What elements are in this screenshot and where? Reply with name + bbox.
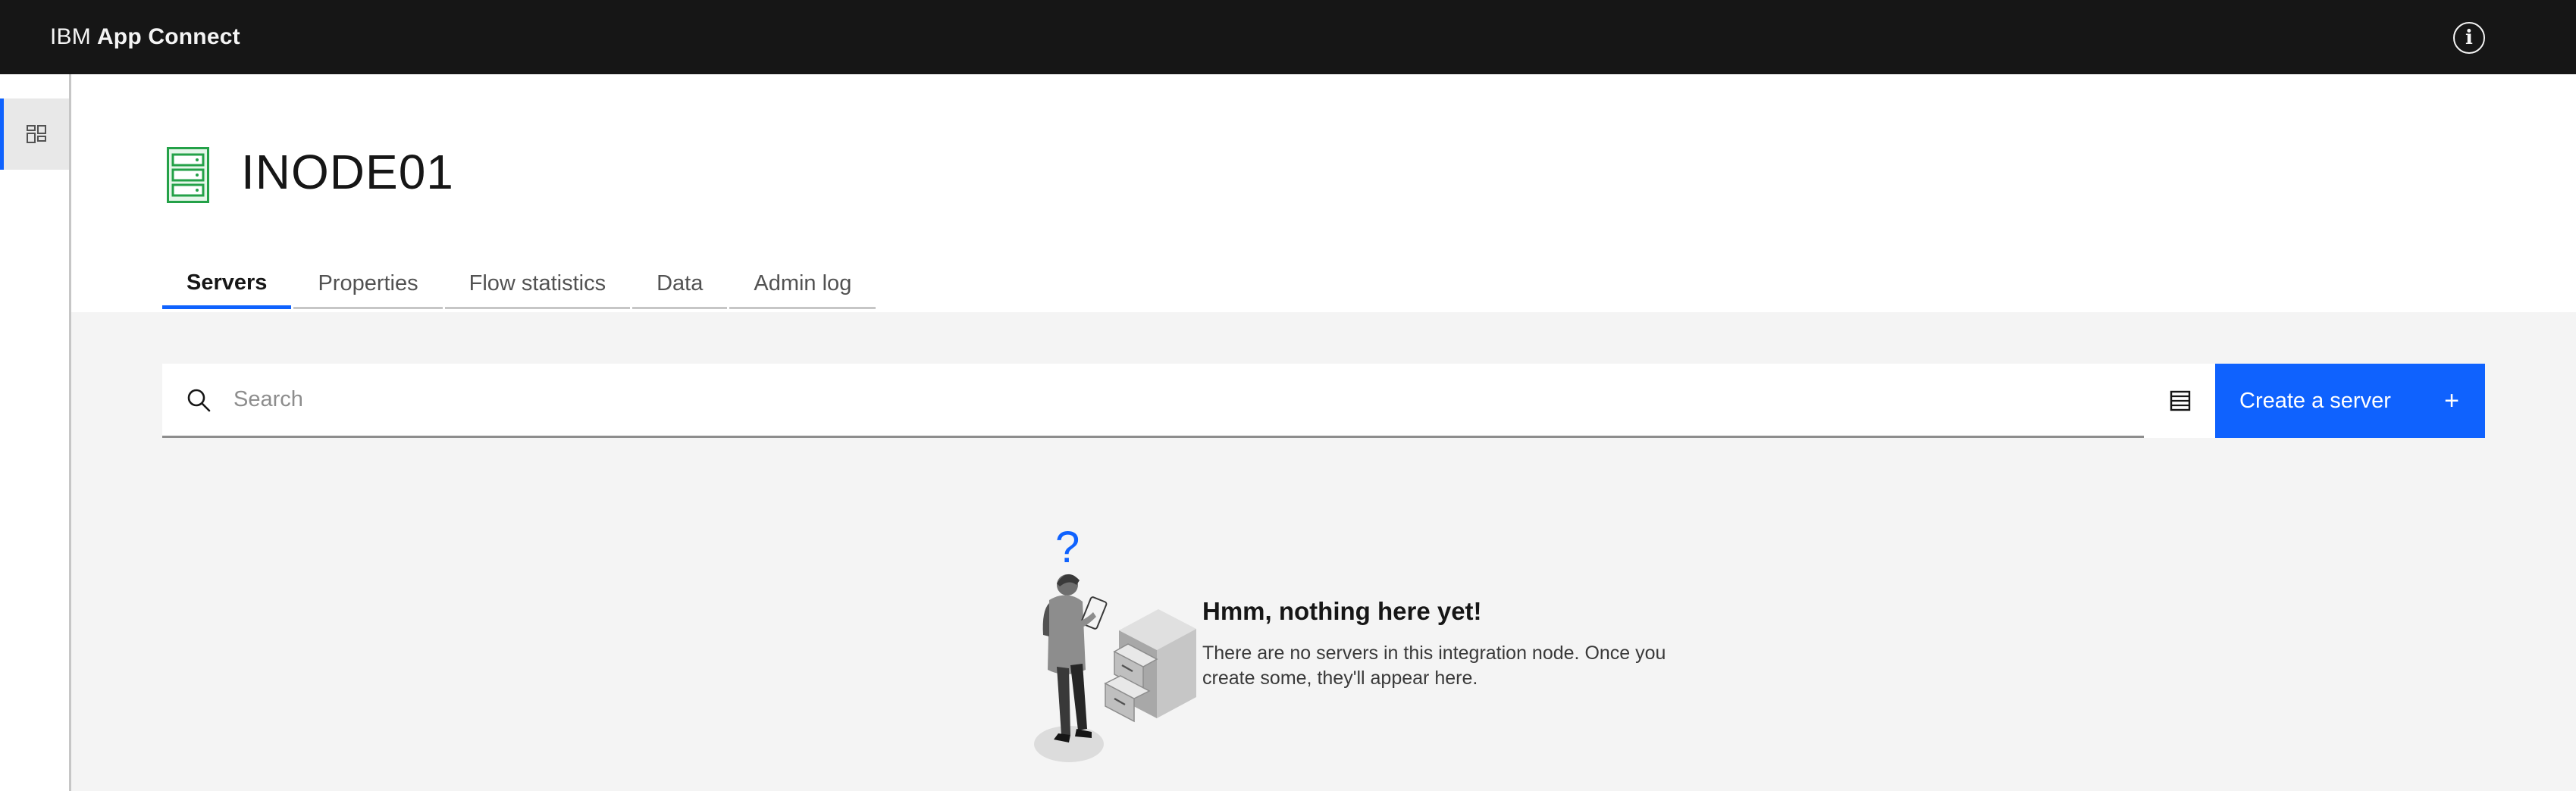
tab-list: Servers Properties Flow statistics Data …: [162, 261, 878, 309]
page-header: INODE01 Servers Properties Flow statisti…: [71, 74, 2576, 312]
search-icon: [187, 389, 211, 411]
app-brand[interactable]: IBM App Connect: [50, 24, 240, 50]
list-view-toggle-button[interactable]: [2144, 364, 2217, 438]
top-header: IBM App Connect i: [0, 0, 2576, 74]
brand-prefix: IBM: [50, 24, 91, 49]
search-input[interactable]: [233, 387, 2053, 412]
search-bar: [162, 364, 2144, 438]
question-mark-icon: ?: [1055, 524, 1080, 572]
servers-panel: Create a server + ? Hmm, nothing here ye…: [71, 312, 2576, 791]
brand-name: App Connect: [96, 24, 240, 49]
create-server-button[interactable]: Create a server +: [2215, 364, 2485, 438]
empty-state-illustration: ?: [1034, 524, 1196, 762]
side-nav: [0, 74, 71, 791]
add-icon: +: [2444, 386, 2459, 415]
info-icon[interactable]: i: [2453, 22, 2485, 54]
tab-data[interactable]: Data: [632, 261, 728, 309]
integration-node-icon: [167, 147, 209, 203]
sidenav-item-dashboard[interactable]: [0, 98, 69, 170]
create-server-label: Create a server: [2239, 388, 2391, 413]
tab-properties[interactable]: Properties: [293, 261, 443, 309]
tab-servers[interactable]: Servers: [162, 261, 292, 309]
empty-state-description: There are no servers in this integration…: [1202, 642, 1666, 689]
empty-state-title: Hmm, nothing here yet!: [1202, 597, 1482, 625]
page-title: INODE01: [241, 145, 454, 199]
dashboard-icon: [27, 125, 46, 143]
tab-admin-log[interactable]: Admin log: [729, 261, 876, 309]
empty-state: Hmm, nothing here yet! There are no serv…: [1202, 597, 1733, 691]
tab-flow-statistics[interactable]: Flow statistics: [444, 261, 631, 309]
list-view-icon: [2170, 390, 2191, 411]
